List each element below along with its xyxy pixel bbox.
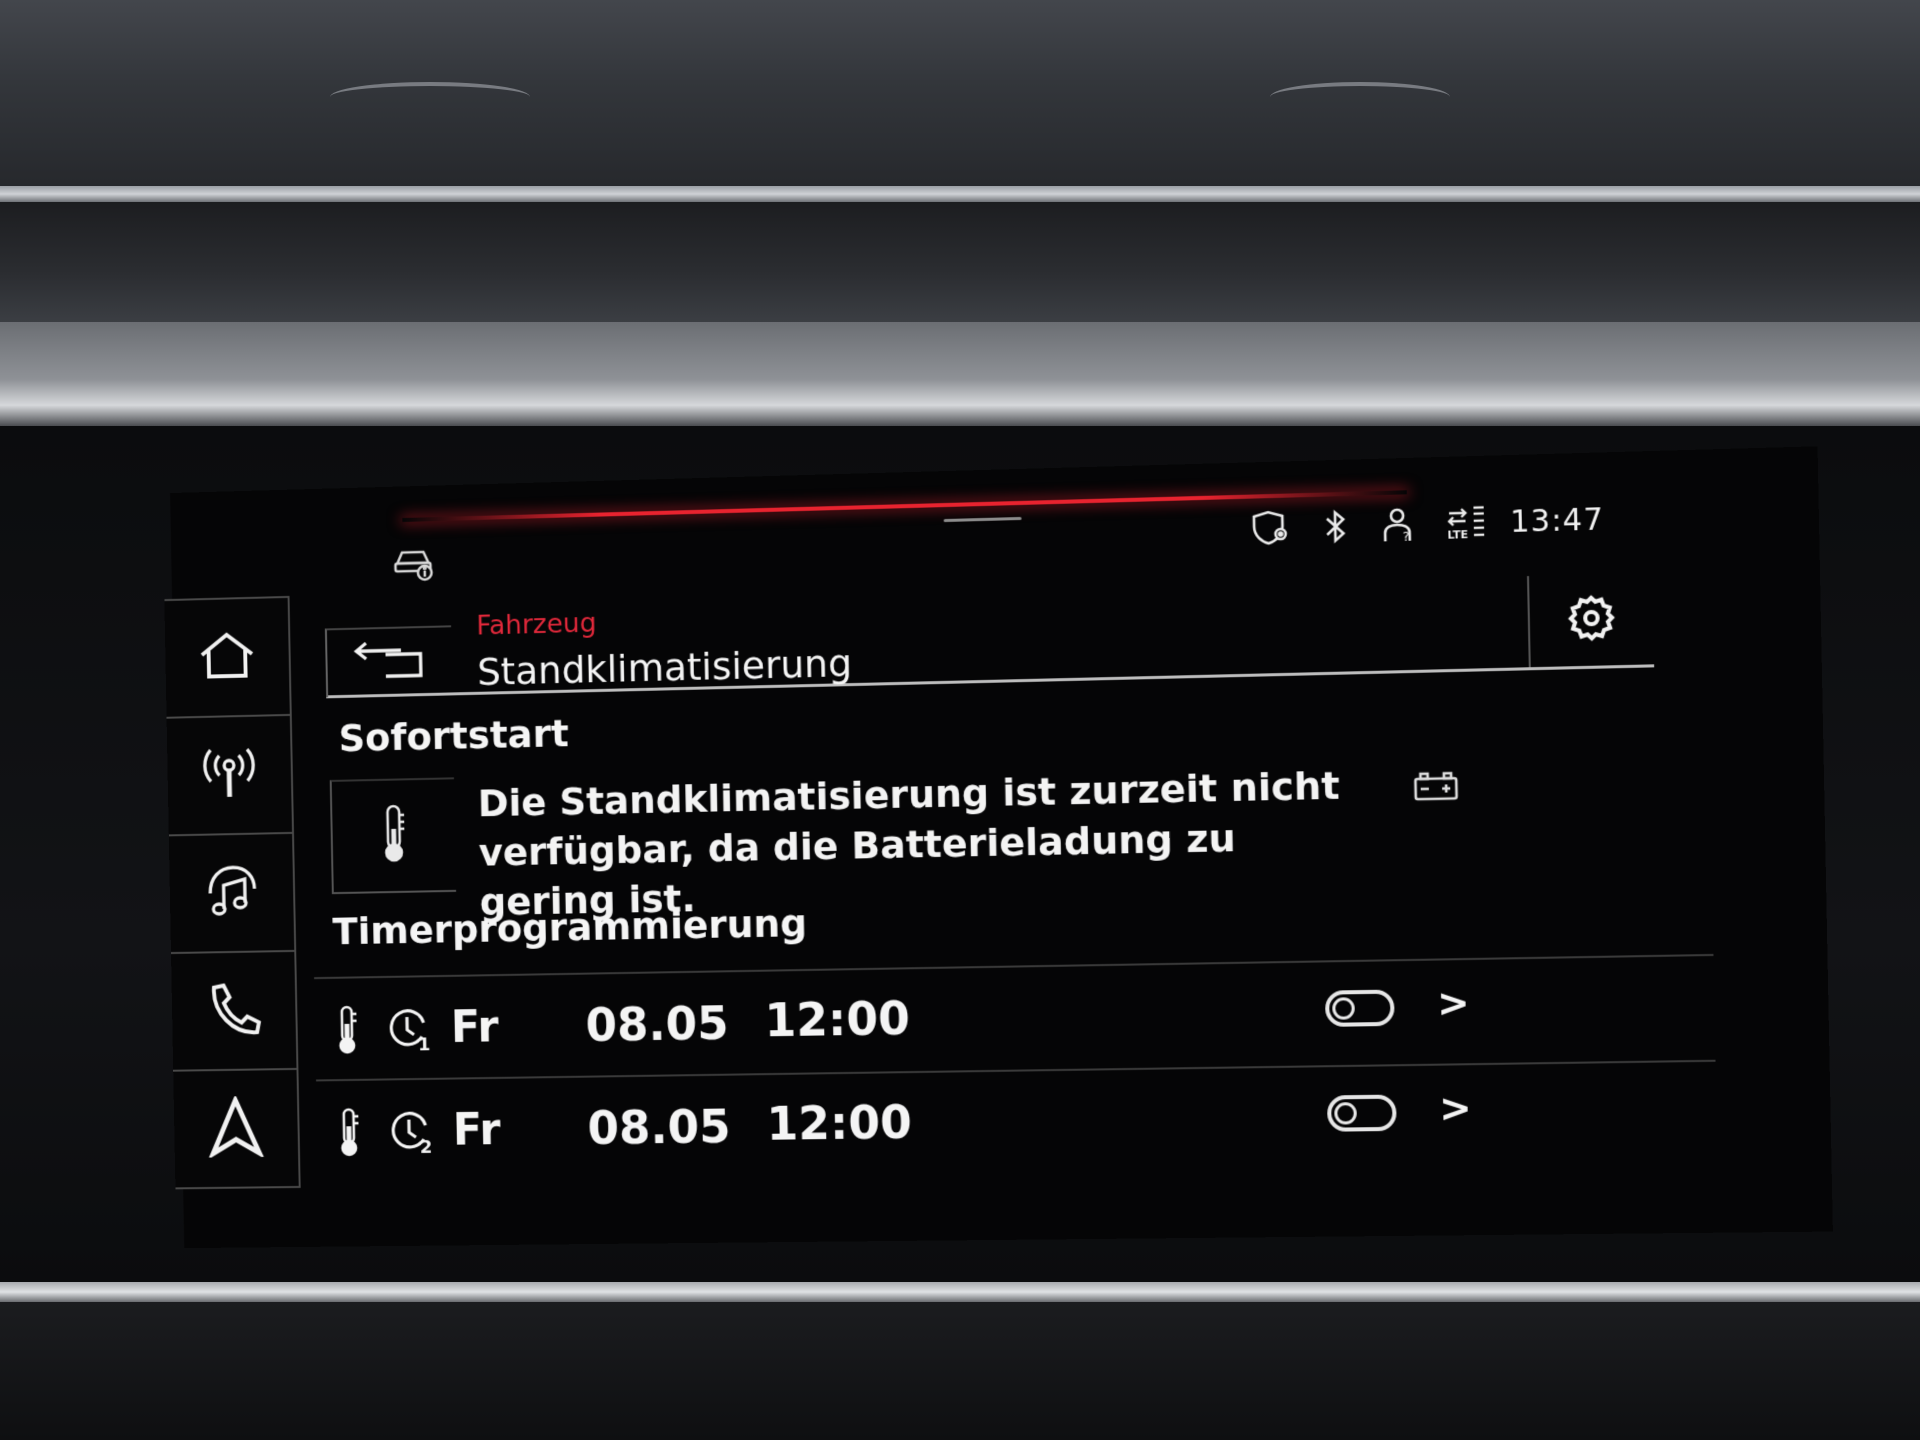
section-title-sofortstart: Sofortstart bbox=[338, 712, 569, 761]
battery-warning-icon bbox=[1412, 770, 1460, 807]
chevron-right-icon[interactable]: > bbox=[1439, 1085, 1472, 1130]
timer-clock-icon: 2 bbox=[388, 1109, 438, 1159]
chevron-right-icon[interactable]: > bbox=[1437, 980, 1470, 1025]
page-header: Fahrzeug Standklimatisierung bbox=[325, 573, 1655, 698]
dashboard-trim bbox=[0, 1282, 1920, 1302]
toggle-knob bbox=[1332, 997, 1355, 1020]
thermometer-icon bbox=[336, 1004, 358, 1059]
navigation-arrow-icon bbox=[206, 1096, 265, 1162]
air-vent-slat bbox=[330, 82, 530, 112]
phone-icon bbox=[204, 981, 263, 1041]
timer-toggle[interactable] bbox=[1327, 1095, 1397, 1132]
dashboard-trim bbox=[0, 186, 1920, 202]
thermometer-icon bbox=[338, 1106, 360, 1161]
timer-time: 12:00 bbox=[766, 1095, 912, 1151]
home-icon bbox=[198, 630, 257, 684]
shield-location-icon bbox=[1249, 510, 1290, 547]
main-sidebar bbox=[164, 596, 300, 1189]
back-arrow-icon bbox=[352, 640, 427, 685]
radio-broadcast-icon bbox=[200, 745, 259, 805]
availability-message: Die Standklimatisierung ist zurzeit nich… bbox=[477, 760, 1376, 927]
dashboard-trim bbox=[0, 322, 1920, 426]
gear-icon bbox=[1566, 593, 1616, 647]
toggle-knob bbox=[1334, 1102, 1357, 1124]
dashboard-lower-panel bbox=[0, 1302, 1920, 1440]
timer-clock-icon: 1 bbox=[386, 1007, 435, 1057]
timer-date: 08.05 bbox=[587, 1099, 731, 1154]
thermometer-icon bbox=[381, 803, 407, 869]
sofortstart-button[interactable] bbox=[330, 777, 456, 894]
sidebar-item-radio[interactable] bbox=[167, 714, 294, 835]
svg-text:LTE: LTE bbox=[1447, 528, 1468, 542]
settings-button[interactable] bbox=[1527, 573, 1654, 667]
music-note-icon bbox=[202, 863, 261, 923]
person-unknown-icon: ? bbox=[1379, 506, 1420, 543]
status-icons: ? LTE 13:47 bbox=[1249, 497, 1604, 551]
sidebar-item-phone[interactable] bbox=[171, 950, 298, 1070]
sidebar-item-home[interactable] bbox=[164, 596, 291, 717]
breadcrumb[interactable]: Fahrzeug bbox=[476, 608, 597, 642]
page-title: Standklimatisierung bbox=[477, 641, 852, 694]
pull-down-handle[interactable] bbox=[944, 517, 1022, 522]
timer-time: 12:00 bbox=[764, 991, 910, 1047]
back-button[interactable] bbox=[325, 625, 452, 697]
svg-text:1: 1 bbox=[418, 1034, 431, 1053]
svg-text:?: ? bbox=[1402, 530, 1409, 544]
timer-toggle[interactable] bbox=[1325, 990, 1395, 1027]
timer-row[interactable]: 1 Fr 08.05 12:00 > bbox=[314, 954, 1715, 1078]
sidebar-item-media[interactable] bbox=[169, 832, 296, 952]
car-info-icon[interactable] bbox=[393, 543, 438, 584]
bluetooth-icon bbox=[1314, 508, 1355, 545]
sidebar-item-navigation[interactable] bbox=[173, 1068, 300, 1189]
timer-day: Fr bbox=[450, 1002, 499, 1053]
dashboard-middle-panel bbox=[0, 202, 1920, 322]
timer-day: Fr bbox=[452, 1105, 501, 1156]
infotainment-screen: ? LTE 13:47 Fahrzeug Standklimatisierung… bbox=[170, 446, 1833, 1248]
dashboard-upper-panel bbox=[0, 0, 1920, 205]
svg-text:2: 2 bbox=[420, 1137, 433, 1155]
section-title-timer: Timerprogrammierung bbox=[332, 901, 807, 953]
status-clock: 13:47 bbox=[1510, 502, 1605, 540]
air-vent-slat bbox=[1270, 82, 1450, 112]
timer-row[interactable]: 2 Fr 08.05 12:00 > bbox=[316, 1060, 1718, 1180]
lte-signal-icon: LTE bbox=[1444, 504, 1486, 541]
timer-date: 08.05 bbox=[585, 996, 729, 1052]
